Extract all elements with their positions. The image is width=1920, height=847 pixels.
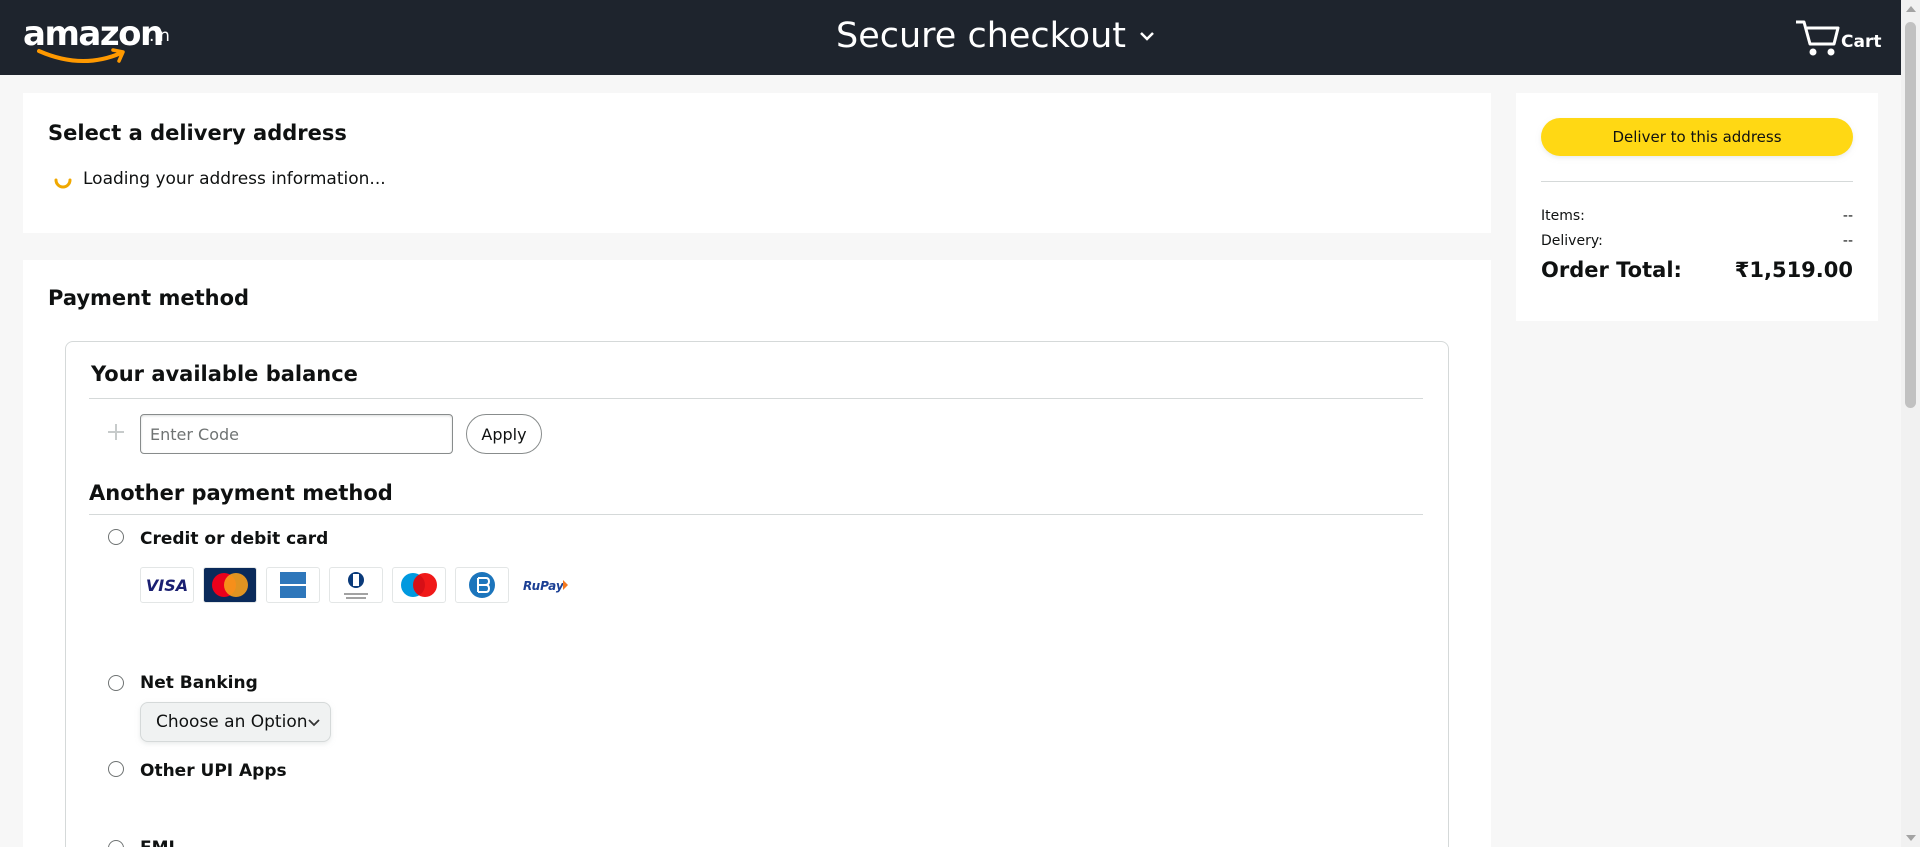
chevron-down-icon [308,719,320,727]
top-header: amazon .in Secure checkout Cart [0,0,1901,75]
delivery-value: -- [1842,233,1853,249]
payment-method-title: Payment method [48,286,250,310]
visa-logo-icon: VISA [140,567,194,603]
available-balance-title: Your available balance [91,362,358,386]
divider [1541,181,1853,182]
plus-icon[interactable] [106,422,126,442]
payment-method-section: Payment method Your available balance Ap… [23,260,1491,847]
mastercard-logo-icon [203,567,257,603]
another-payment-title: Another payment method [89,481,393,505]
address-loading-text: Loading your address information... [83,169,386,189]
order-total-value: ₹1,519.00 [1734,258,1853,282]
bank-select[interactable]: Choose an Option [140,702,331,742]
loading-spinner-icon [54,178,72,189]
upi-radio[interactable] [108,761,124,777]
items-label: Items: [1541,208,1585,224]
emi-radio[interactable] [108,840,124,847]
amazon-logo[interactable]: amazon .in [23,14,170,64]
smile-arrow-icon [37,48,125,63]
card-radio[interactable] [108,529,124,545]
cart-link[interactable]: Cart [1794,18,1884,58]
order-total-row: Order Total: ₹1,519.00 [1541,258,1853,282]
net-banking-option-label[interactable]: Net Banking [140,673,258,693]
scroll-down-arrow-icon[interactable] [1906,835,1916,841]
order-total-label: Order Total: [1541,258,1682,282]
cart-icon [1796,20,1840,56]
delivery-label: Delivery: [1541,233,1603,249]
divider [89,398,1423,399]
gift-code-input[interactable] [140,414,453,454]
deliver-to-address-button[interactable]: Deliver to this address [1541,118,1853,156]
bajaj-finserv-logo-icon [455,567,509,603]
order-summary: Deliver to this address Items: -- Delive… [1516,93,1878,321]
rupay-logo-icon: RuPay [518,567,572,603]
divider [89,514,1423,515]
svg-text:VISA: VISA [146,576,188,595]
delivery-address-title: Select a delivery address [48,121,347,145]
amex-logo-icon [266,567,320,603]
scroll-thumb[interactable] [1905,22,1916,408]
payment-options-box: Your available balance Apply Another pay… [65,341,1449,847]
page-title: Secure checkout [836,16,1126,56]
net-banking-radio[interactable] [108,675,124,691]
items-row: Items: -- [1541,208,1853,224]
upi-option-label[interactable]: Other UPI Apps [140,761,287,781]
maestro-logo-icon [392,567,446,603]
svg-text:RuPay: RuPay [523,579,565,593]
card-option-label[interactable]: Credit or debit card [140,529,328,549]
vertical-scrollbar[interactable] [1901,0,1920,847]
bank-select-value: Choose an Option [156,712,308,732]
apply-button[interactable]: Apply [466,414,542,454]
scroll-up-arrow-icon[interactable] [1906,6,1916,12]
logo-suffix: .in [149,26,170,46]
checkout-title-dropdown[interactable]: Secure checkout [836,14,1156,58]
delivery-row: Delivery: -- [1541,233,1853,249]
card-logos: VISA RuPay [140,567,572,603]
emi-option-label[interactable]: EMI [140,838,175,847]
items-value: -- [1842,208,1853,224]
delivery-address-section: Select a delivery address Loading your a… [23,93,1491,233]
cart-label: Cart [1841,32,1882,52]
diners-club-logo-icon [329,567,383,603]
chevron-down-icon [1140,32,1154,41]
